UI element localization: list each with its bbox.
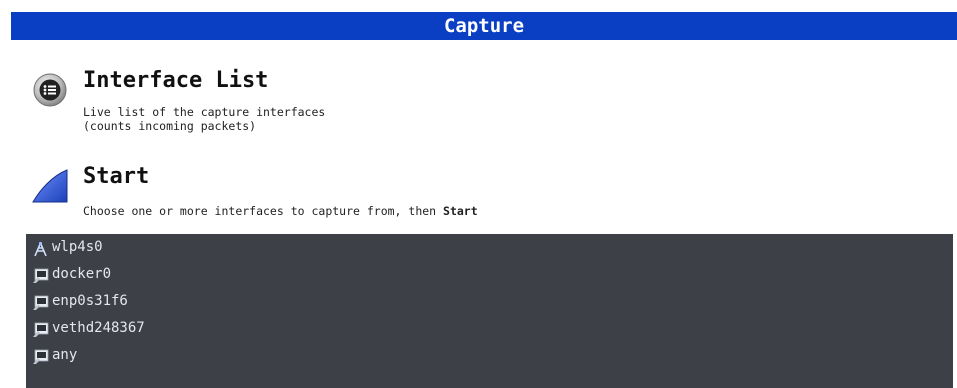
interface-list[interactable]: wlp4s0 docker0 enp0s31f6 vethd248367 any: [26, 234, 953, 388]
network-interface-icon: [32, 348, 49, 364]
interface-name: docker0: [52, 266, 112, 282]
interface-name: vethd248367: [52, 320, 145, 336]
interface-row-any[interactable]: any: [26, 342, 953, 369]
shark-fin-icon: [30, 164, 70, 204]
interface-name: wlp4s0: [52, 239, 103, 255]
capture-header: Capture: [11, 12, 957, 40]
capture-title: Capture: [443, 15, 525, 37]
start-desc-bold: Start: [443, 204, 478, 218]
interface-name: enp0s31f6: [52, 293, 128, 309]
network-interface-icon: [32, 294, 49, 310]
interface-list-section[interactable]: Interface List Live list of the capture …: [30, 68, 730, 140]
list-icon: [30, 68, 70, 108]
interface-name: any: [52, 347, 78, 363]
start-description: Choose one or more interfaces to capture…: [83, 204, 478, 218]
interface-list-desc-line1: Live list of the capture interfaces: [83, 105, 326, 119]
start-section[interactable]: Start Choose one or more interfaces to c…: [30, 164, 730, 224]
interface-list-title[interactable]: Interface List: [83, 68, 268, 94]
interface-row-wlp4s0[interactable]: wlp4s0: [26, 234, 953, 261]
interface-row-docker0[interactable]: docker0: [26, 261, 953, 288]
wireless-icon: [32, 240, 49, 256]
interface-row-enp0s31f6[interactable]: enp0s31f6: [26, 288, 953, 315]
interface-row-vethd248367[interactable]: vethd248367: [26, 315, 953, 342]
start-desc-text: Choose one or more interfaces to capture…: [83, 204, 444, 218]
interface-list-desc-line2: (counts incoming packets): [83, 119, 257, 133]
network-interface-icon: [32, 267, 49, 283]
network-interface-icon: [32, 321, 49, 337]
start-title[interactable]: Start: [83, 164, 149, 190]
